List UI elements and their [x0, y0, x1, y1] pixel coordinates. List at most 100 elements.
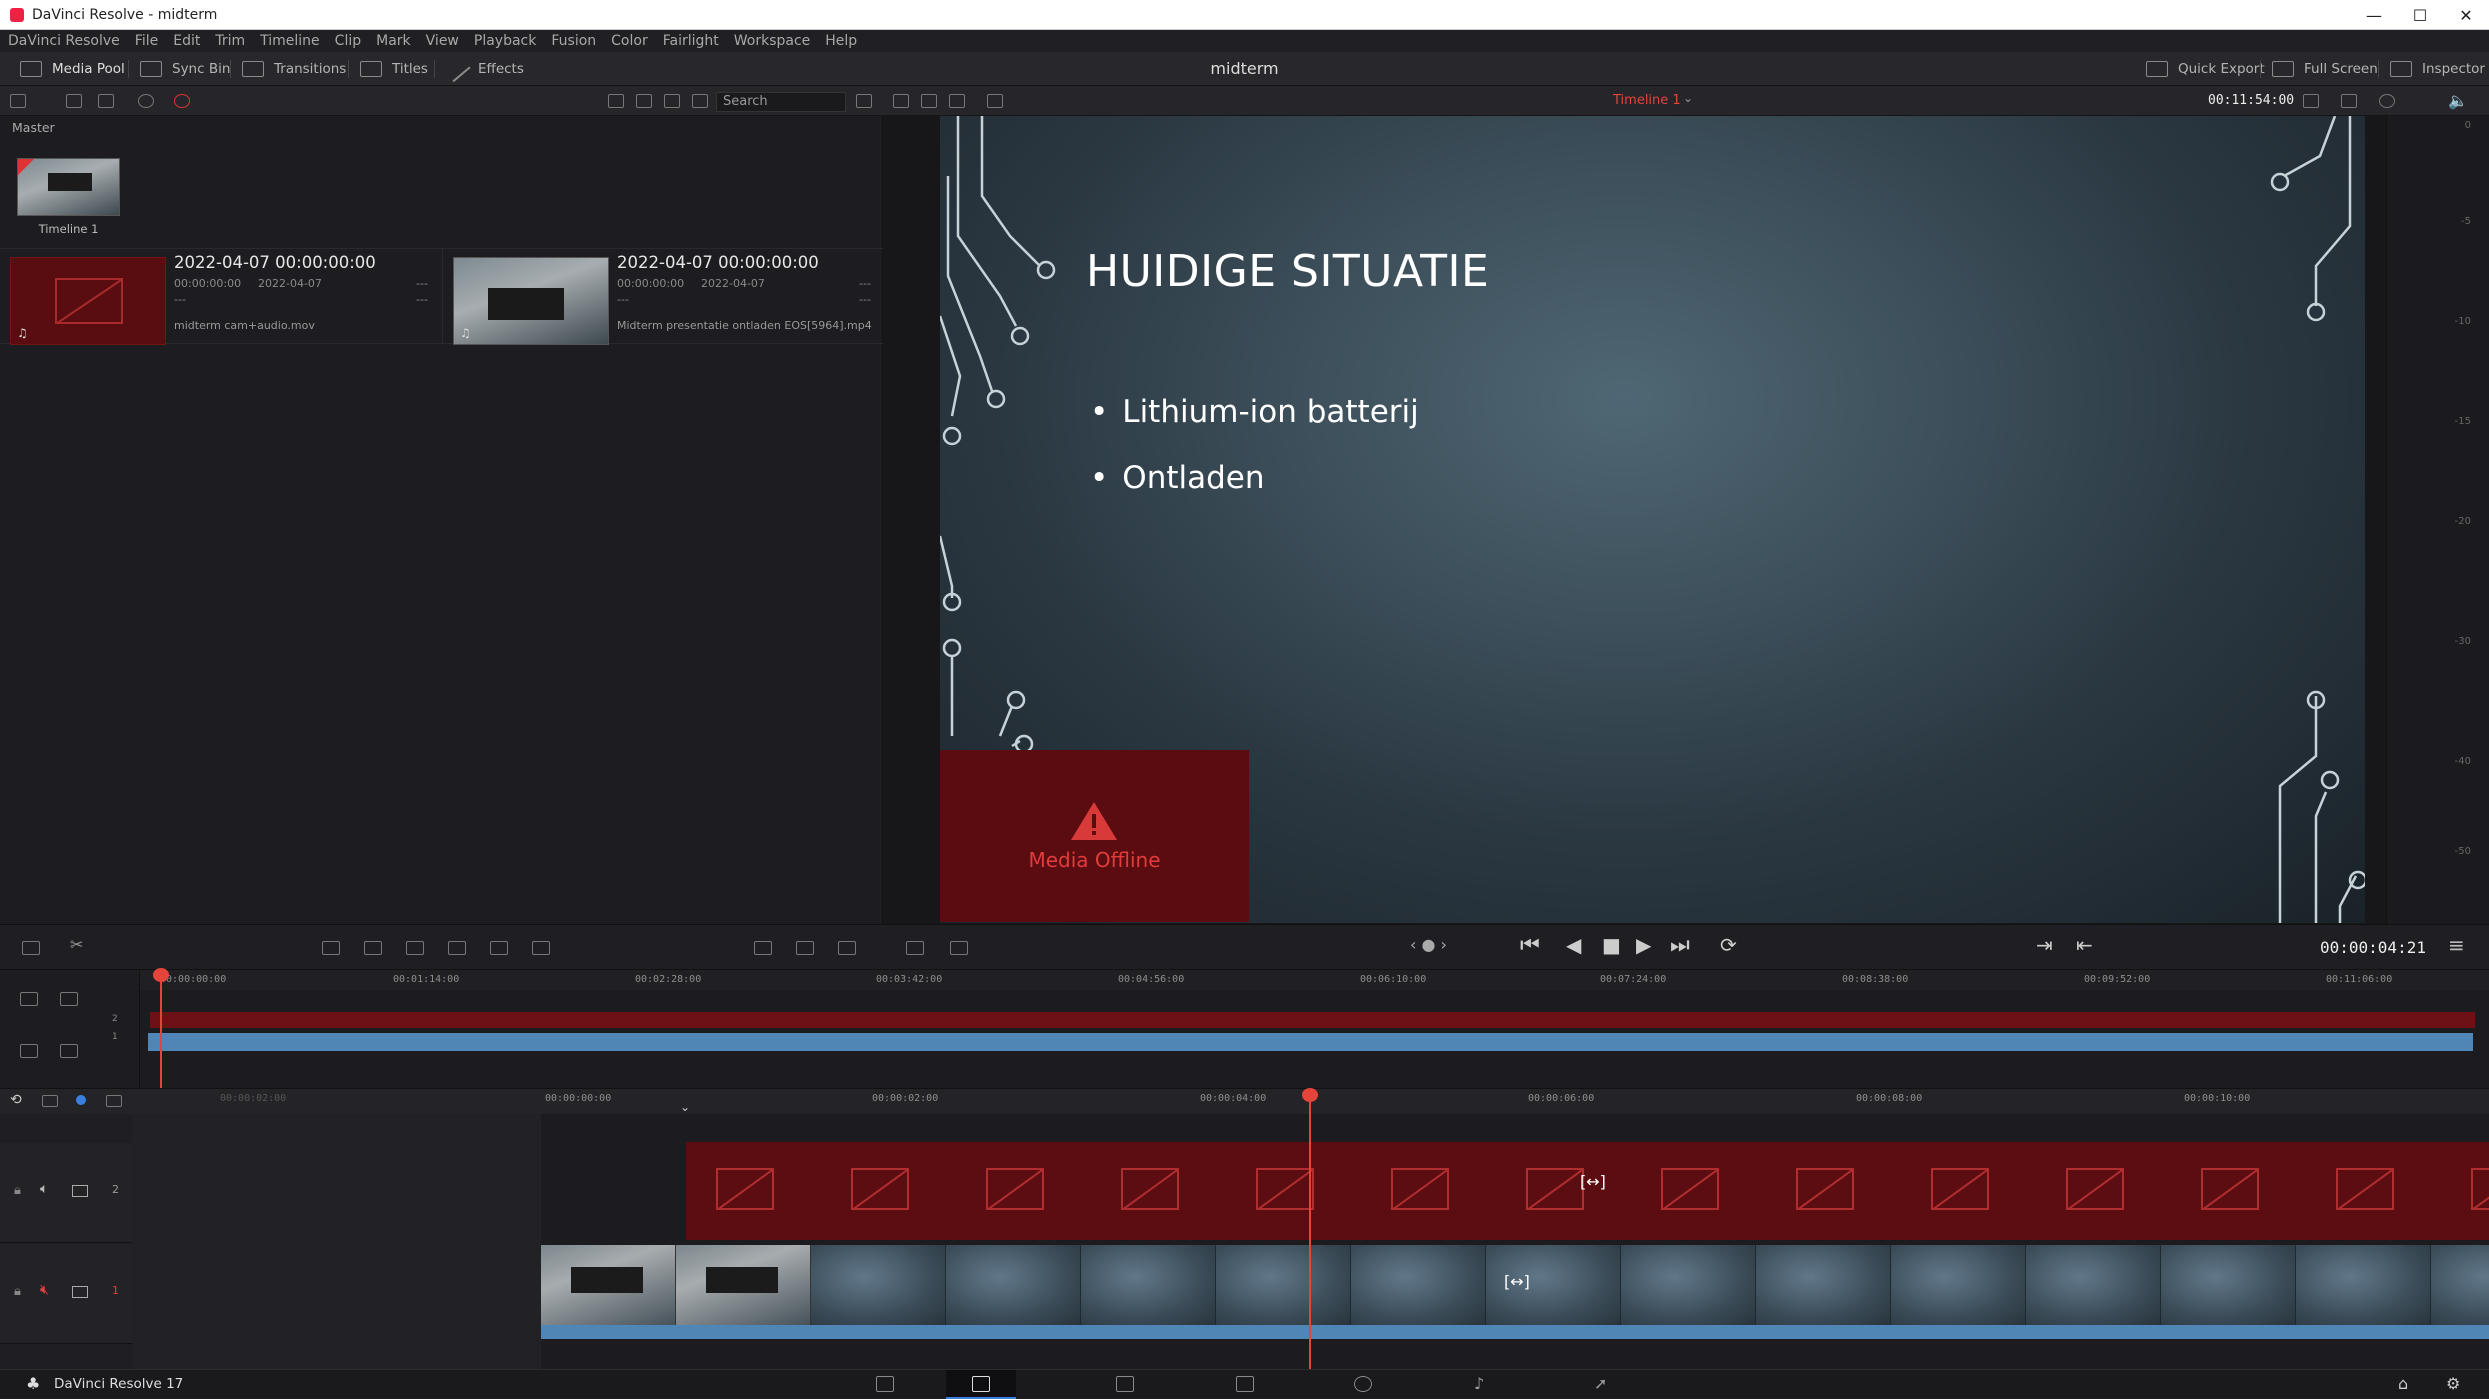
chevron-down-icon[interactable]: ⌄ — [1683, 91, 1693, 105]
mini-playhead[interactable] — [160, 972, 162, 1088]
timeline-view-options-icon[interactable] — [22, 941, 40, 955]
full-screen-button[interactable]: Full Screen — [2272, 52, 2378, 86]
home-icon[interactable]: ⌂ — [2398, 1374, 2408, 1393]
track-enable-icon[interactable] — [72, 1185, 88, 1197]
flag-icon[interactable] — [106, 1095, 122, 1107]
viewer-frame[interactable]: HUIDIGE SITUATIE Lithium-ion batterij On… — [940, 116, 2365, 923]
dissolve-icon[interactable] — [796, 941, 814, 955]
menu-davinci-resolve[interactable]: DaVinci Resolve — [8, 33, 120, 49]
mark-out-icon[interactable]: ⇤ — [2076, 933, 2093, 957]
track-height-icon[interactable] — [20, 992, 38, 1006]
audio-icon[interactable]: 🔈︎ — [40, 1181, 48, 1197]
lock-icon[interactable]: 🔒︎ — [14, 1183, 21, 1198]
media-pool-button[interactable]: Media Pool — [20, 52, 125, 86]
menu-help[interactable]: Help — [825, 33, 857, 49]
fit-to-fill-icon[interactable] — [448, 941, 466, 955]
thumbnail-view-icon[interactable] — [608, 94, 624, 108]
jog-control-icon[interactable]: ‹ ● › — [1410, 935, 1447, 954]
edit-page-icon[interactable] — [1116, 1376, 1134, 1392]
relink-icon[interactable] — [138, 94, 154, 108]
menu-view[interactable]: View — [426, 33, 459, 49]
v1-audio-strip[interactable] — [541, 1325, 2489, 1339]
quick-export-button[interactable]: Quick Export — [2146, 52, 2265, 86]
sort-icon[interactable] — [856, 94, 872, 108]
timeline-ruler[interactable]: ⟲ 00:00:02:00 00:00:00:00 00:00:02:00 00… — [0, 1088, 2489, 1114]
replace-clip-icon[interactable] — [406, 941, 424, 955]
grid-view-icon[interactable] — [636, 94, 652, 108]
stop-icon[interactable]: ■ — [1602, 933, 1621, 957]
transitions-button[interactable]: Transitions — [242, 52, 346, 86]
play-reverse-icon[interactable]: ◀ — [1566, 933, 1581, 957]
clip-card[interactable]: ♫ 2022-04-07 00:00:00:00 00:00:00:00 202… — [442, 249, 882, 345]
v2-offline-clip[interactable] — [686, 1142, 2489, 1240]
audio-height-icon[interactable] — [20, 1044, 38, 1058]
lock-icon[interactable]: 🔒︎ — [14, 1284, 21, 1299]
mini-playhead-handle[interactable] — [153, 968, 169, 982]
menu-clip[interactable]: Clip — [335, 33, 361, 49]
color-page-icon[interactable] — [1354, 1376, 1372, 1392]
mini-v1-clip[interactable] — [148, 1033, 2473, 1051]
cut-page-tab[interactable] — [946, 1370, 1016, 1399]
viewer-size-icon[interactable] — [987, 94, 1003, 108]
audio-zoom-icon[interactable] — [60, 1044, 78, 1058]
fusion-page-icon[interactable] — [1236, 1376, 1254, 1392]
titles-button[interactable]: Titles — [360, 52, 428, 86]
menu-color[interactable]: Color — [611, 33, 648, 49]
playhead-handle[interactable] — [1302, 1088, 1318, 1102]
timeline-selector[interactable]: Timeline 1 — [1613, 93, 1681, 108]
close-button[interactable]: ✕ — [2443, 0, 2489, 30]
menu-timeline[interactable]: Timeline — [260, 33, 320, 49]
fairlight-page-icon[interactable]: ♪ — [1474, 1374, 1484, 1393]
viewer-dual-icon[interactable] — [949, 94, 965, 108]
menu-edit[interactable]: Edit — [173, 33, 200, 49]
menu-mark[interactable]: Mark — [376, 33, 411, 49]
timeline-thumbnail[interactable] — [17, 158, 120, 216]
go-to-end-icon[interactable]: ⏭ — [1670, 933, 1690, 958]
speaker-icon[interactable]: 🔈 — [2448, 91, 2468, 110]
sync-bin-button[interactable]: Sync Bin — [140, 52, 230, 86]
cut-icon[interactable] — [838, 941, 856, 955]
track-zoom-icon[interactable] — [60, 992, 78, 1006]
viewer-split-icon[interactable] — [921, 94, 937, 108]
audio-muted-icon[interactable]: 🔇︎ — [40, 1282, 49, 1298]
go-to-start-icon[interactable]: ⏮ — [1520, 933, 1540, 958]
new-bin-icon[interactable] — [66, 94, 82, 108]
smooth-cut-icon[interactable] — [754, 941, 772, 955]
insert-clip-icon[interactable] — [322, 941, 340, 955]
media-page-icon[interactable] — [876, 1376, 894, 1392]
track-enable-icon[interactable] — [72, 1286, 88, 1298]
menu-fairlight[interactable]: Fairlight — [663, 33, 719, 49]
maximize-button[interactable]: ☐ — [2397, 0, 2443, 30]
deliver-page-icon[interactable]: ➚ — [1594, 1374, 1607, 1393]
menu-trim[interactable]: Trim — [215, 33, 245, 49]
refresh-icon[interactable] — [2379, 94, 2395, 108]
clip-viewer-icon[interactable] — [2303, 94, 2319, 108]
position-lock-icon[interactable] — [76, 1095, 86, 1105]
play-icon[interactable]: ▶ — [1636, 933, 1651, 957]
menu-file[interactable]: File — [135, 33, 158, 49]
viewer-layout-icon[interactable] — [893, 94, 909, 108]
timeline-options-icon[interactable] — [906, 941, 924, 955]
clip-card[interactable]: ♫ 2022-04-07 00:00:00:00 00:00:00:00 202… — [0, 249, 440, 345]
inspector-button[interactable]: Inspector — [2390, 52, 2485, 86]
list-view-icon[interactable] — [692, 94, 708, 108]
snap-icon[interactable]: ⟲ — [10, 1092, 22, 1108]
loop-icon[interactable]: ⟳ — [1720, 933, 1737, 957]
search-input[interactable]: Search — [716, 92, 846, 112]
bin-list-toggle-icon[interactable] — [10, 94, 26, 108]
more-options-icon[interactable]: ≡ — [2448, 933, 2465, 957]
overwrite-clip-icon[interactable] — [364, 941, 382, 955]
razor-icon[interactable]: ✂ — [70, 935, 83, 954]
gear-icon[interactable]: ⚙ — [2446, 1374, 2460, 1393]
unlink-icon[interactable] — [174, 94, 190, 108]
minimize-button[interactable]: — — [2351, 0, 2397, 30]
new-timeline-icon[interactable] — [98, 94, 114, 108]
mini-timeline-ruler[interactable]: 00:00:00:00 00:01:14:00 00:02:28:00 00:0… — [140, 970, 2489, 990]
menu-fusion[interactable]: Fusion — [551, 33, 596, 49]
mark-in-icon[interactable]: ⇥ — [2036, 933, 2053, 957]
mini-v2-clip[interactable] — [150, 1012, 2475, 1028]
menu-workspace[interactable]: Workspace — [734, 33, 811, 49]
link-icon[interactable] — [42, 1095, 58, 1107]
playhead[interactable] — [1309, 1094, 1311, 1369]
filmstrip-view-icon[interactable] — [664, 94, 680, 108]
